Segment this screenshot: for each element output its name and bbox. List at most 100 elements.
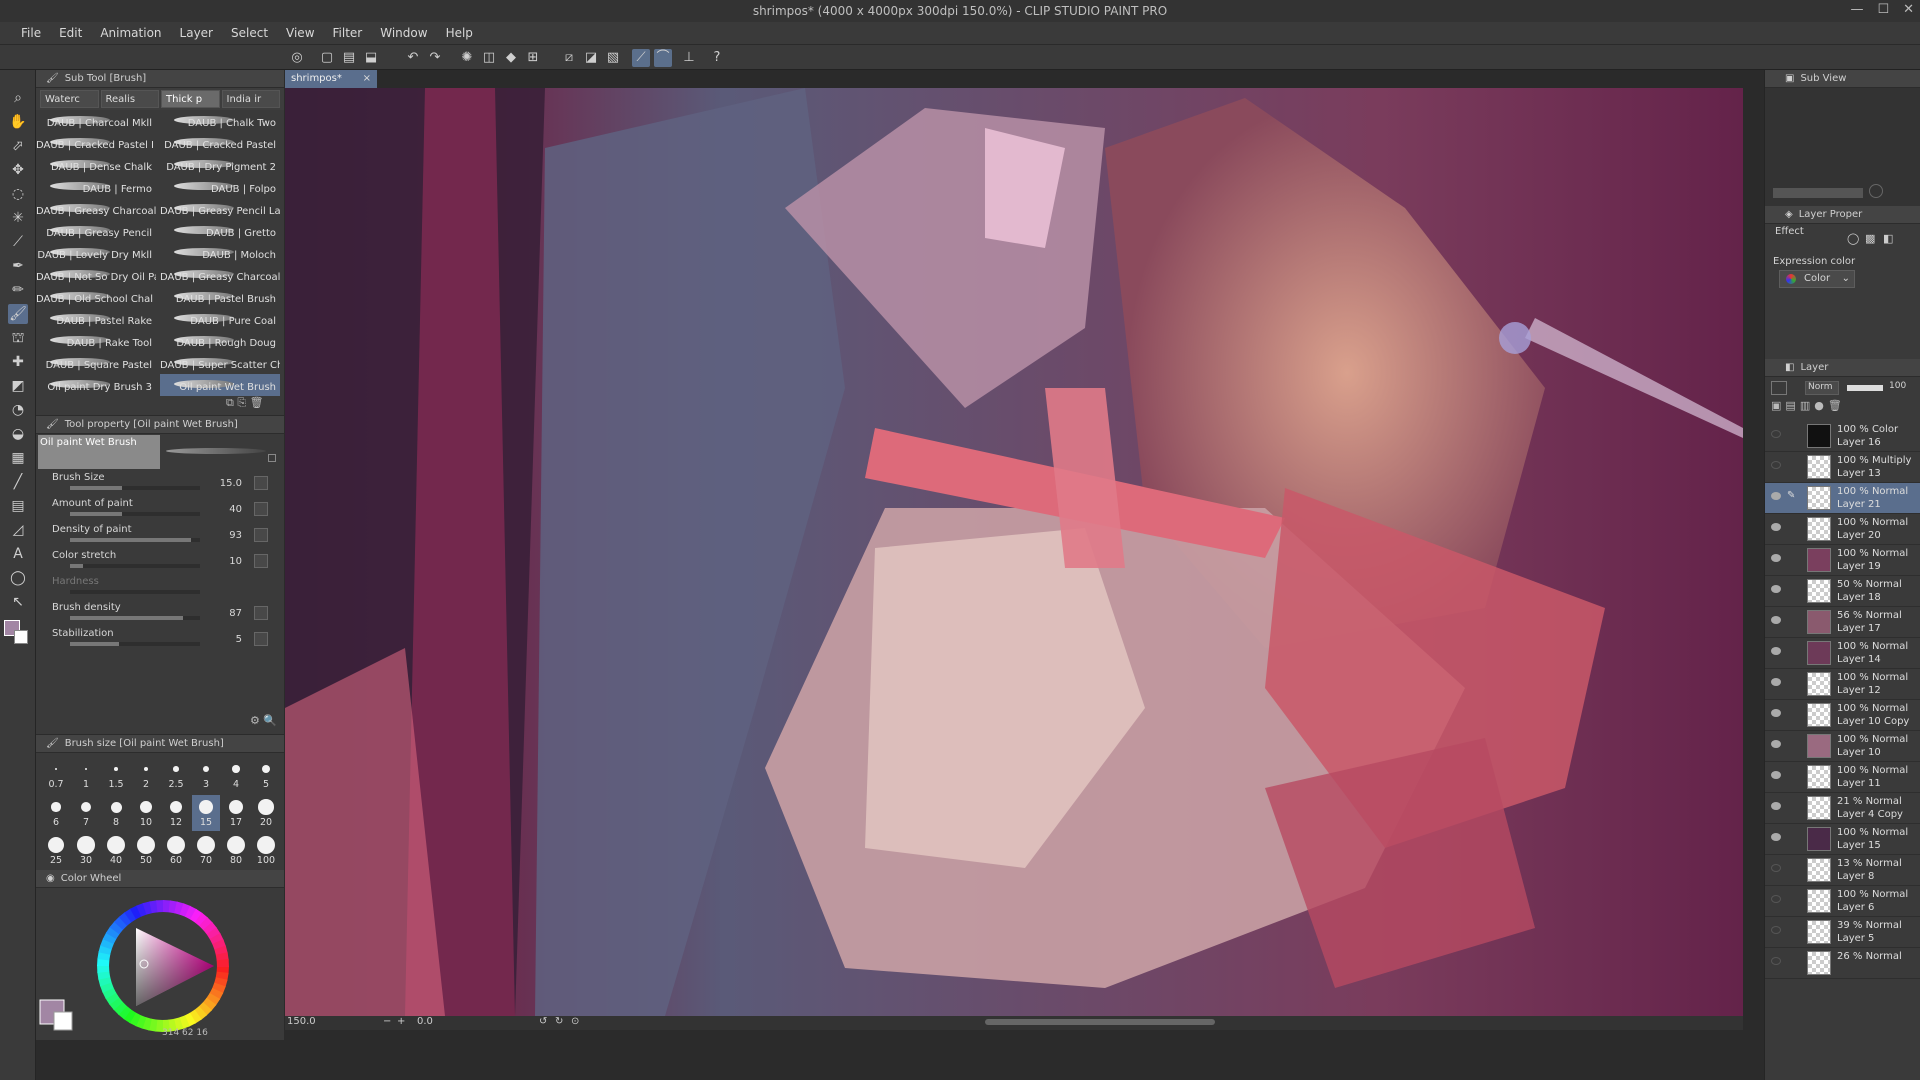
layer-row[interactable]: 100 % Normal Layer 10 — [1765, 731, 1920, 762]
brush-size-option[interactable]: 25 — [42, 833, 70, 869]
brush-size-option[interactable]: 1.5 — [102, 757, 130, 793]
menu-edit[interactable]: Edit — [50, 26, 91, 40]
save-icon[interactable]: ⬓ — [362, 49, 380, 67]
layer-row[interactable]: 21 % Normal Layer 4 Copy — [1765, 793, 1920, 824]
brush-item[interactable]: DAUB | Charcoal Mkll — [36, 110, 156, 132]
brush-item[interactable]: DAUB | Pure Coal — [160, 308, 280, 330]
create-subtool-icon[interactable]: ⧉ — [226, 396, 234, 409]
brush-item[interactable]: DAUB | Dry Pigment 2 — [160, 154, 280, 176]
copy-subtool-icon[interactable]: ⎘ — [237, 396, 246, 409]
eye-icon[interactable] — [1771, 957, 1781, 965]
help-icon[interactable]: ? — [708, 49, 726, 67]
eye-icon[interactable] — [1771, 771, 1781, 779]
lock-icon[interactable] — [268, 454, 276, 462]
menu-filter[interactable]: Filter — [324, 26, 372, 40]
brush-size-option[interactable]: 2 — [132, 757, 160, 793]
brush-icon[interactable]: 🖌 — [8, 304, 28, 324]
menu-layer[interactable]: Layer — [171, 26, 222, 40]
brush-size-option[interactable]: 17 — [222, 795, 250, 831]
pencil-icon[interactable]: ✏ — [8, 280, 28, 300]
undo-icon[interactable]: ↶ — [404, 49, 422, 67]
sub-tool-detail-icon[interactable]: 🔍 — [263, 714, 277, 727]
brush-size-option[interactable]: 70 — [192, 833, 220, 869]
horizontal-scrollbar[interactable] — [985, 1019, 1215, 1025]
eye-icon[interactable] — [1771, 895, 1781, 903]
brush-item[interactable]: DAUB | Cracked Pastel I — [36, 132, 156, 154]
lasso-icon[interactable]: ◌ — [8, 184, 28, 204]
operation-icon[interactable]: ⬀ — [8, 136, 28, 156]
brush-size-option[interactable]: 40 — [102, 833, 130, 869]
snap-icon[interactable]: ▧ — [604, 49, 622, 67]
new-raster-layer-icon[interactable]: ▣ — [1771, 399, 1785, 412]
brush-size-option[interactable]: 100 — [252, 833, 280, 869]
brush-size-option[interactable]: 30 — [72, 833, 100, 869]
layer-row[interactable]: 100 % Normal Layer 20 — [1765, 514, 1920, 545]
brush-item[interactable]: DAUB | Dense Chalk — [36, 154, 156, 176]
property-slider[interactable] — [70, 642, 200, 646]
opacity-slider[interactable] — [1847, 385, 1883, 391]
eyedropper-icon[interactable]: ⟋ — [8, 232, 28, 252]
effect-border-icon[interactable]: ◯ — [1847, 232, 1859, 245]
effect-layer-color-icon[interactable]: ◧ — [1883, 232, 1893, 245]
minimize-icon[interactable]: — — [1850, 2, 1863, 17]
brush-size-option[interactable]: 2.5 — [162, 757, 190, 793]
eye-icon[interactable] — [1771, 740, 1781, 748]
navigator-zoom-icon[interactable] — [1869, 184, 1883, 198]
color-wheel[interactable] — [36, 888, 284, 1038]
snap-to-special-ruler-icon[interactable]: ⌒ — [654, 49, 672, 67]
property-value[interactable]: 93 — [206, 530, 242, 541]
sub-color-chip[interactable] — [53, 1011, 73, 1031]
brush-size-option[interactable]: 5 — [252, 757, 280, 793]
property-value[interactable]: 40 — [206, 504, 242, 515]
brush-item[interactable]: DAUB | Pastel Brush — [160, 286, 280, 308]
brush-size-option[interactable]: 12 — [162, 795, 190, 831]
frame-icon[interactable]: ▤ — [8, 496, 28, 516]
eye-icon[interactable] — [1771, 430, 1781, 438]
menu-window[interactable]: Window — [371, 26, 436, 40]
maximize-icon[interactable]: ☐ — [1877, 2, 1889, 17]
snap-to-grid-icon[interactable]: ⊥ — [680, 49, 698, 67]
zoom-out-icon[interactable]: − — [383, 1016, 391, 1027]
new-vector-layer-icon[interactable]: ▤ — [1785, 399, 1799, 412]
pressure-settings-icon[interactable] — [254, 554, 268, 568]
brush-item[interactable]: DAUB | Greasy Charcoal — [36, 198, 156, 220]
eye-icon[interactable] — [1771, 833, 1781, 841]
property-slider[interactable] — [70, 564, 200, 568]
brush-size-option[interactable]: 15 — [192, 795, 220, 831]
grid-icon[interactable]: ◪ — [582, 49, 600, 67]
sub-view-slider[interactable] — [1773, 188, 1863, 198]
airbrush-icon[interactable]: ⛫ — [8, 328, 28, 348]
eye-icon[interactable] — [1771, 678, 1781, 686]
eye-icon[interactable] — [1771, 616, 1781, 624]
property-slider[interactable] — [70, 486, 200, 490]
gradient-icon[interactable]: ▦ — [8, 448, 28, 468]
subtool-tab-thick-paint[interactable]: Thick p — [161, 90, 220, 108]
layer-color-icon[interactable] — [1771, 381, 1787, 395]
pressure-settings-icon[interactable] — [254, 528, 268, 542]
menu-animation[interactable]: Animation — [91, 26, 170, 40]
eye-icon[interactable] — [1771, 492, 1781, 500]
mask-icon[interactable]: ● — [1814, 399, 1828, 412]
brush-size-option[interactable]: 50 — [132, 833, 160, 869]
brush-item[interactable]: DAUB | Not So Dry Oil Pa — [36, 264, 156, 286]
eraser-icon[interactable]: ◩ — [8, 376, 28, 396]
subtool-tab-watercolor[interactable]: Waterc — [40, 90, 99, 108]
brush-size-option[interactable]: 1 — [72, 757, 100, 793]
eye-icon[interactable] — [1771, 585, 1781, 593]
zoom-value[interactable]: 150.0 — [287, 1016, 316, 1027]
sub-color-swatch[interactable] — [14, 630, 28, 644]
effect-tone-icon[interactable]: ▩ — [1865, 232, 1875, 245]
text-icon[interactable]: A — [8, 544, 28, 564]
layer-row[interactable]: 100 % Normal Layer 6 — [1765, 886, 1920, 917]
magic-wand-icon[interactable]: ✳ — [8, 208, 28, 228]
property-value[interactable]: 87 — [206, 608, 242, 619]
brush-size-option[interactable]: 8 — [102, 795, 130, 831]
brush-size-option[interactable]: 0.7 — [42, 757, 70, 793]
artwork-canvas[interactable] — [285, 88, 1743, 1016]
close-tab-icon[interactable]: × — [363, 70, 371, 88]
eye-icon[interactable] — [1771, 802, 1781, 810]
rotation-value[interactable]: 0.0 — [417, 1016, 433, 1027]
menu-help[interactable]: Help — [437, 26, 482, 40]
layer-row[interactable]: 56 % Normal Layer 17 — [1765, 607, 1920, 638]
brush-item[interactable]: DAUB | Pastel Rake — [36, 308, 156, 330]
